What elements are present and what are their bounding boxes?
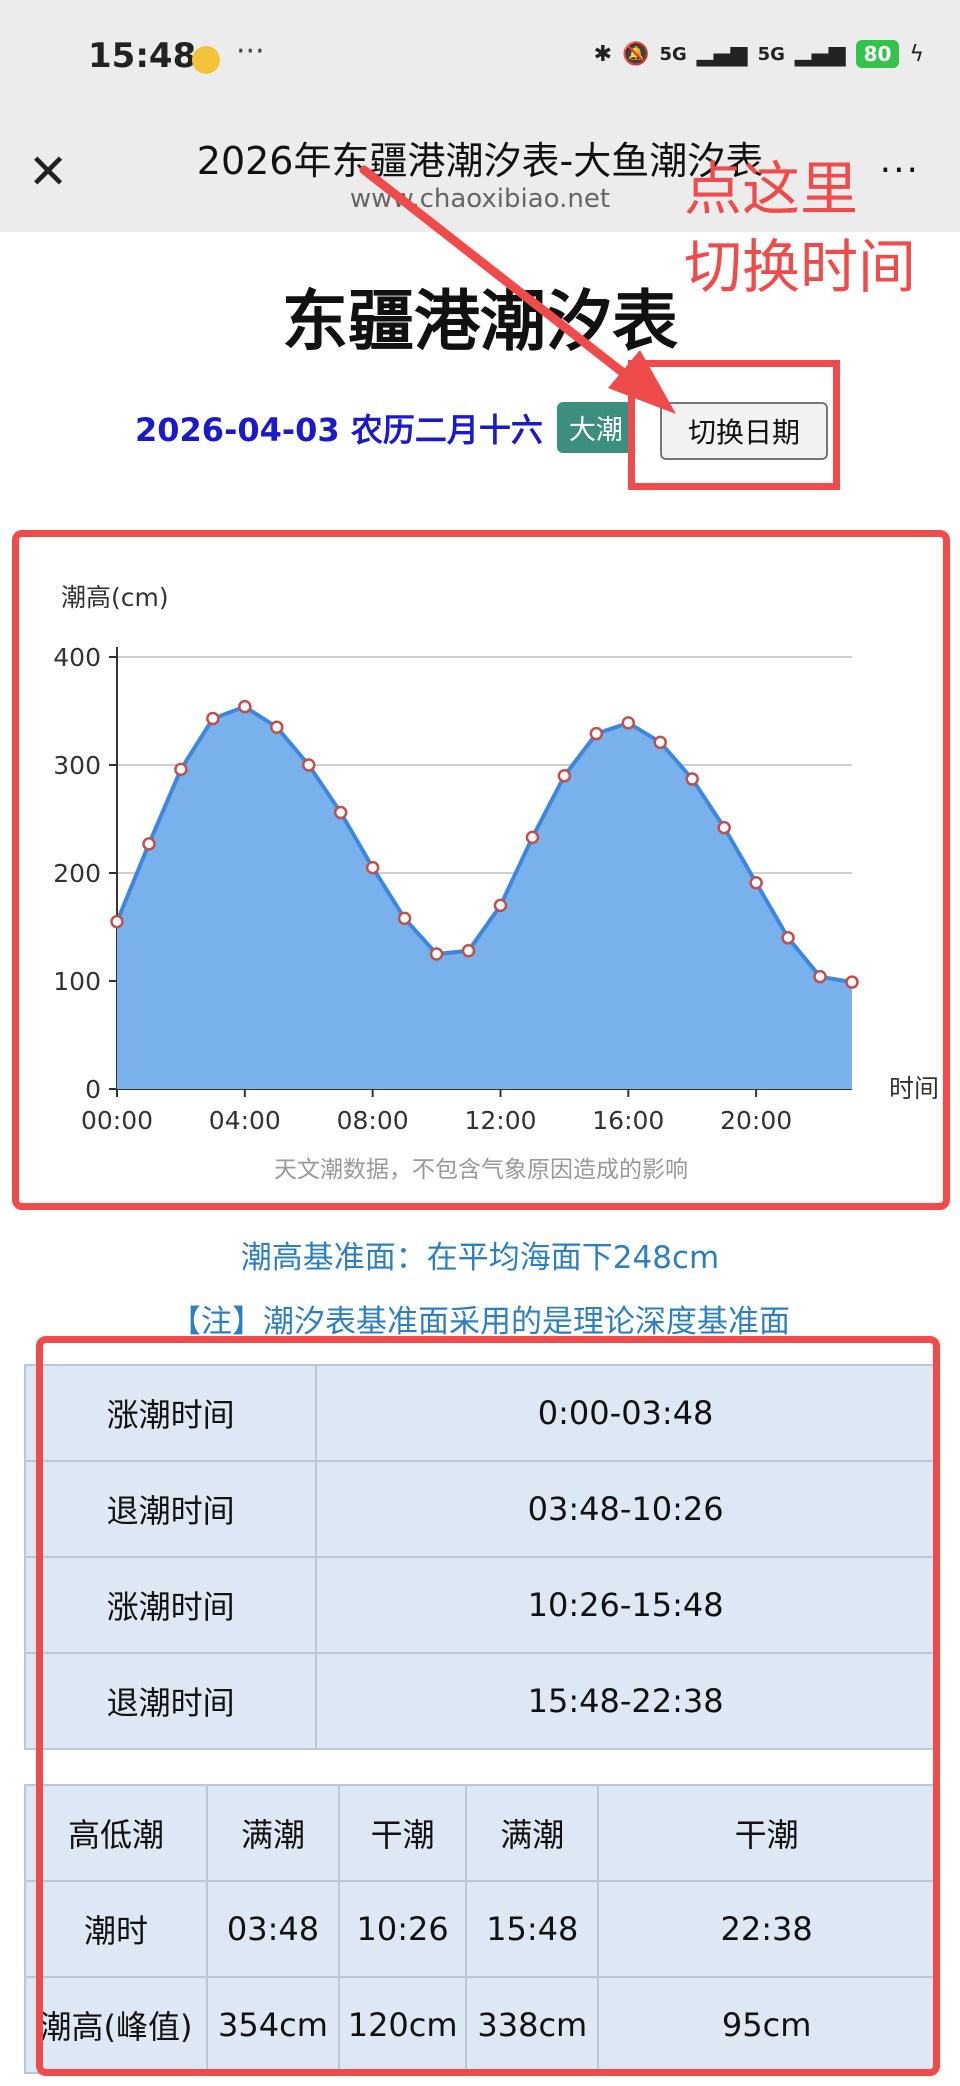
signal-bars-icon: ▂▄▆ xyxy=(696,41,748,67)
tide-chart-svg: 0 100 200 300 400 00:00 04:00 08:00 12:00 16:00 20… xyxy=(53,583,939,1183)
y-tick-label: 200 xyxy=(53,859,101,888)
x-tick-label: 16:00 xyxy=(592,1106,664,1135)
table-cell: 满潮 xyxy=(465,1784,600,1882)
table-row: 退潮时间 03:48-10:26 xyxy=(23,1460,936,1558)
data-point xyxy=(717,820,731,835)
y-tick-label: 100 xyxy=(53,967,101,996)
tide-events-table: 高低潮 满潮 干潮 满潮 干潮 潮时 03:48 10:26 15:48 22:… xyxy=(24,1784,936,2074)
table-cell: 干潮 xyxy=(597,1784,936,1882)
tide-chart: 0 100 200 300 400 00:00 04:00 08:00 12:00 16:00 20… xyxy=(12,530,950,1210)
data-point xyxy=(142,837,156,851)
date-row: 2026-04-03 农历二月十六 大潮 xyxy=(135,402,635,453)
table-cell: 338cm xyxy=(465,1976,600,2074)
table-cell: 干潮 xyxy=(337,1784,468,1882)
table-cell: 354cm xyxy=(206,1976,340,2074)
y-tick-label: 400 xyxy=(53,643,101,672)
data-point xyxy=(397,911,412,926)
table-row: 高低潮 满潮 干潮 满潮 干潮 xyxy=(24,1784,936,1882)
tide-periods-table: 涨潮时间 0:00-03:48 退潮时间 03:48-10:26 涨潮时间 10… xyxy=(23,1364,936,1750)
table-cell: 10:26 xyxy=(337,1880,468,1978)
data-point xyxy=(525,830,540,845)
period-label: 涨潮时间 xyxy=(23,1556,318,1654)
charging-icon: ϟ xyxy=(909,41,924,67)
period-label: 退潮时间 xyxy=(23,1460,318,1558)
table-row: 潮高(峰值) 354cm 120cm 338cm 95cm xyxy=(24,1976,936,2074)
tide-type-badge: 大潮 xyxy=(556,402,635,453)
datum-note: 潮高基准面：在平均海面下248cm xyxy=(240,1240,720,1276)
status-time: 15:48 xyxy=(88,36,197,76)
period-label: 退潮时间 xyxy=(23,1652,318,1750)
period-value: 10:26-15:48 xyxy=(315,1556,936,1654)
main-heading: 东疆港潮汐表 xyxy=(282,283,678,360)
data-point xyxy=(301,758,316,772)
data-point xyxy=(621,716,636,730)
data-point xyxy=(429,947,444,961)
table-row: 潮时 03:48 10:26 15:48 22:38 xyxy=(24,1880,936,1978)
table-cell: 高低潮 xyxy=(24,1784,208,1882)
data-point xyxy=(270,720,284,734)
x-axis-label: 时间 xyxy=(889,1074,939,1103)
date-text: 2026-04-03 农历二月十六 xyxy=(135,410,543,449)
period-label: 涨潮时间 xyxy=(23,1364,318,1462)
data-point xyxy=(589,726,604,741)
signal-icon-2: 5G xyxy=(757,43,785,65)
x-tick-label: 04:00 xyxy=(209,1106,281,1135)
data-point xyxy=(685,772,699,786)
signal-icon: 5G xyxy=(659,43,687,65)
data-point xyxy=(333,805,348,820)
table-cell: 03:48 xyxy=(206,1880,340,1978)
app-notification-icon xyxy=(192,46,220,74)
data-point xyxy=(813,969,827,984)
table-row: 涨潮时间 10:26-15:48 xyxy=(23,1556,936,1654)
data-point xyxy=(238,699,252,714)
period-value: 15:48-22:38 xyxy=(315,1652,936,1750)
table-cell: 22:38 xyxy=(597,1880,936,1978)
data-point xyxy=(493,898,508,913)
x-tick-label: 20:00 xyxy=(720,1106,792,1135)
period-value: 0:00-03:48 xyxy=(315,1364,936,1462)
bluetooth-icon: ✱ xyxy=(593,41,613,67)
table-cell: 15:48 xyxy=(465,1880,600,1978)
annotation-line-1: 点这里 xyxy=(684,155,859,223)
table-cell: 满潮 xyxy=(206,1784,340,1882)
x-tick-label: 00:00 xyxy=(81,1106,153,1135)
mute-icon: 🔕 xyxy=(622,41,650,67)
data-point xyxy=(110,914,124,929)
x-tick-label: 08:00 xyxy=(337,1106,409,1135)
switch-date-button[interactable]: 切换日期 xyxy=(660,402,828,460)
y-tick-label: 300 xyxy=(53,751,101,780)
data-point xyxy=(653,735,668,750)
y-tick-label: 0 xyxy=(85,1075,101,1104)
data-point xyxy=(557,769,572,783)
table-cell: 120cm xyxy=(337,1976,468,2074)
data-point xyxy=(845,975,859,989)
data-point xyxy=(206,711,220,726)
table-row: 涨潮时间 0:00-03:48 xyxy=(23,1364,936,1462)
status-more-icon: ··· xyxy=(236,34,265,69)
data-point xyxy=(461,944,476,958)
data-point xyxy=(781,931,795,945)
period-value: 03:48-10:26 xyxy=(315,1460,936,1558)
x-tick-label: 12:00 xyxy=(464,1106,536,1135)
data-point xyxy=(365,860,380,875)
y-axis-label: 潮高(cm) xyxy=(61,583,169,612)
theory-note: 【注】潮汐表基准面采用的是理论深度基准面 xyxy=(170,1304,790,1340)
table-cell: 潮高(峰值) xyxy=(24,1976,208,2074)
chart-footnote: 天文潮数据，不包含气象原因造成的影响 xyxy=(274,1157,688,1183)
data-point xyxy=(749,875,763,890)
table-cell: 95cm xyxy=(597,1976,936,2074)
table-row: 退潮时间 15:48-22:38 xyxy=(23,1652,936,1750)
status-icons: ✱ 🔕 5G ▂▄▆ 5G ▂▄▆ 80 ϟ xyxy=(594,40,924,68)
data-point xyxy=(174,762,188,777)
table-cell: 潮时 xyxy=(24,1880,208,1978)
battery-icon: 80 xyxy=(855,40,900,68)
signal-bars-icon-2: ▂▄▆ xyxy=(794,41,846,67)
